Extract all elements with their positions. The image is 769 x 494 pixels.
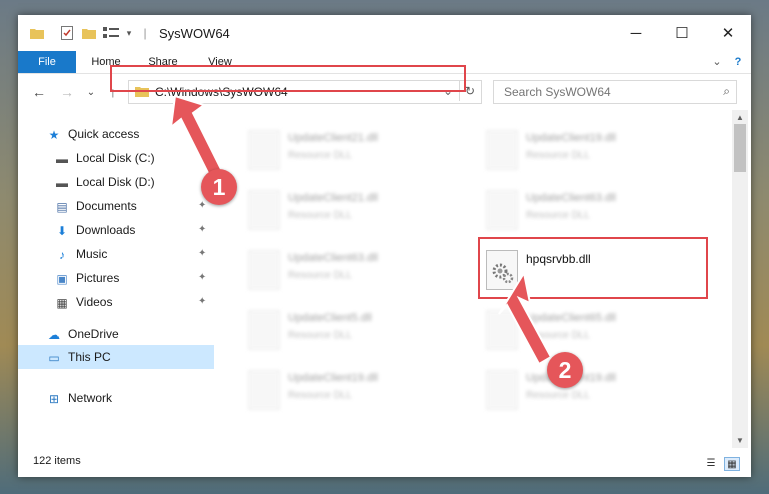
arrow-1-icon <box>169 94 224 179</box>
step-2-badge: 2 <box>547 352 583 388</box>
arrow-2-icon <box>498 270 553 366</box>
annotation-arrows <box>169 94 553 366</box>
step-1-badge: 1 <box>201 169 237 205</box>
